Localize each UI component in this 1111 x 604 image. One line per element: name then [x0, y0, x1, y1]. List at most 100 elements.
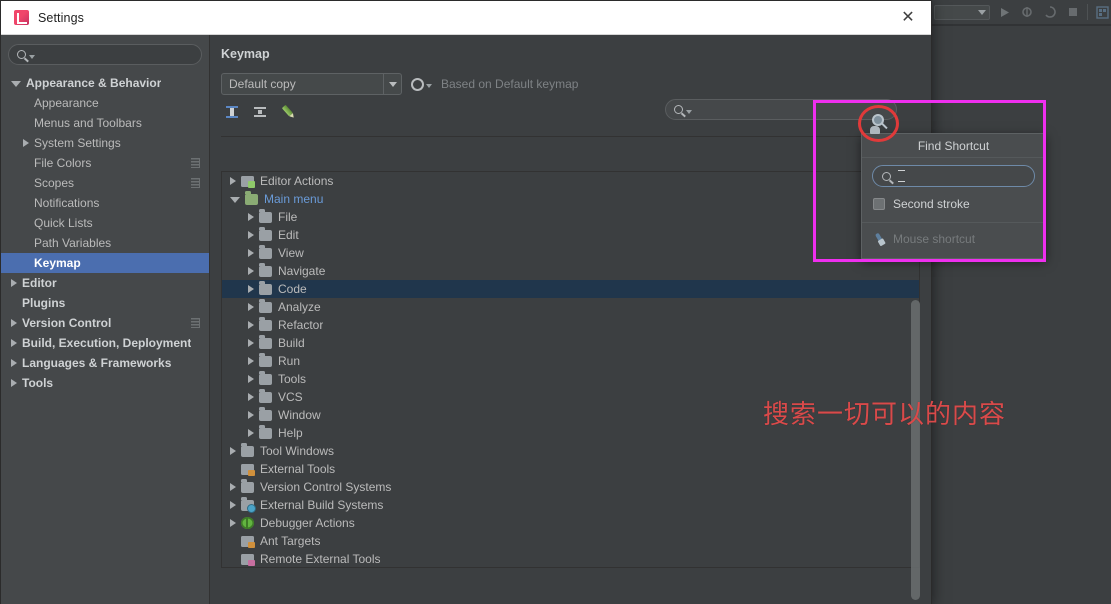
debug-icon[interactable] — [1019, 4, 1036, 21]
keymap-tree-row[interactable]: Help — [222, 424, 919, 442]
keymap-tree-row[interactable]: Analyze — [222, 298, 919, 316]
keymap-tree-row[interactable]: View — [222, 244, 919, 262]
keymap-tree-row[interactable]: Refactor — [222, 316, 919, 334]
chevron-down-icon — [29, 54, 35, 59]
run-icon[interactable] — [996, 4, 1013, 21]
chevron-right-icon[interactable] — [248, 285, 254, 293]
expand-all-icon[interactable] — [224, 104, 240, 120]
sidebar-item-keymap[interactable]: Keymap — [1, 253, 209, 273]
sidebar-item-system-settings[interactable]: System Settings — [1, 133, 209, 153]
sidebar-item-notifications[interactable]: Notifications — [1, 193, 209, 213]
keymap-tree-row[interactable]: File — [222, 208, 919, 226]
keymap-tree-label: Main menu — [264, 192, 324, 206]
folder-icon — [259, 245, 272, 259]
chevron-right-icon[interactable] — [248, 213, 254, 221]
sidebar-item-tools[interactable]: Tools — [1, 373, 209, 393]
keymap-tree-row[interactable]: Tool Windows — [222, 442, 919, 460]
chevron-right-icon[interactable] — [248, 357, 254, 365]
chevron-right-icon[interactable] — [248, 429, 254, 437]
keymap-tree-row[interactable]: Window — [222, 406, 919, 424]
second-stroke-row[interactable]: Second stroke — [862, 187, 1045, 211]
chevron-right-icon[interactable] — [248, 411, 254, 419]
close-button[interactable]: ✕ — [885, 1, 931, 34]
sidebar-item-languages-frameworks[interactable]: Languages & Frameworks — [1, 353, 209, 373]
keymap-tree-row[interactable]: Code — [222, 280, 919, 298]
sidebar-item-label: Tools — [22, 376, 54, 390]
chevron-right-icon[interactable] — [11, 339, 17, 347]
chevron-right-icon[interactable] — [248, 321, 254, 329]
chevron-right-icon[interactable] — [230, 447, 236, 455]
keymap-tree-row[interactable]: Version Control Systems — [222, 478, 919, 496]
stop-icon[interactable] — [1064, 4, 1081, 21]
keymap-tree-scrollbar[interactable] — [911, 300, 920, 600]
chevron-right-icon[interactable] — [230, 519, 236, 527]
keymap-tree-row[interactable]: Tools — [222, 370, 919, 388]
chevron-right-icon[interactable] — [248, 339, 254, 347]
chevron-right-icon[interactable] — [248, 375, 254, 383]
run-with-coverage-icon[interactable] — [1041, 4, 1058, 21]
chevron-right-icon[interactable] — [11, 319, 17, 327]
layout-icon[interactable] — [1094, 4, 1111, 21]
chevron-right-icon[interactable] — [11, 359, 17, 367]
keymap-tree-row[interactable]: Debugger Actions — [222, 514, 919, 532]
intellij-logo-icon — [14, 10, 29, 25]
keymap-tree-row[interactable]: Build — [222, 334, 919, 352]
sidebar-search-box[interactable] — [8, 44, 203, 65]
sidebar-item-appearance[interactable]: Appearance — [1, 93, 209, 113]
keymap-tree-row[interactable]: Main menu — [222, 190, 919, 208]
keymap-tree-row[interactable]: Edit — [222, 226, 919, 244]
chevron-right-icon[interactable] — [230, 483, 236, 491]
sidebar-item-path-variables[interactable]: Path Variables — [1, 233, 209, 253]
keymap-tree-row[interactable]: Navigate — [222, 262, 919, 280]
keymap-tree[interactable]: Editor Actions Main menu File Edit View Navig… — [221, 171, 920, 568]
sidebar-item-editor[interactable]: Editor — [1, 273, 209, 293]
sidebar-item-menus-and-toolbars[interactable]: Menus and Toolbars — [1, 113, 209, 133]
keymap-select[interactable]: Default copy — [221, 73, 402, 95]
sidebar-item-file-colors[interactable]: File Colors — [1, 153, 209, 173]
chevron-right-icon[interactable] — [230, 177, 236, 185]
project-scope-icon — [191, 178, 200, 188]
chevron-right-icon[interactable] — [248, 267, 254, 275]
keymap-search-input[interactable] — [695, 102, 896, 117]
keymap-tree-row[interactable]: Remote External Tools — [222, 550, 919, 567]
keymap-tree-row[interactable]: External Build Systems — [222, 496, 919, 514]
chevron-down-icon[interactable] — [11, 81, 21, 87]
sidebar-tree: Appearance & Behavior Appearance Menus and… — [1, 71, 209, 393]
chevron-right-icon[interactable] — [248, 303, 254, 311]
chevron-down-icon — [426, 84, 432, 88]
find-shortcut-search-box[interactable] — [872, 165, 1076, 187]
sidebar-item-build-execution-deployment[interactable]: Build, Execution, Deployment — [1, 333, 209, 353]
sidebar-item-scopes[interactable]: Scopes — [1, 173, 209, 193]
sidebar-item-quick-lists[interactable]: Quick Lists — [1, 213, 209, 233]
build-folder-icon — [241, 497, 256, 513]
sidebar-item-appearance-behavior[interactable]: Appearance & Behavior — [1, 73, 209, 93]
search-input[interactable] — [38, 47, 203, 62]
keymap-search-box[interactable] — [665, 99, 897, 120]
keymap-tree-row[interactable]: Ant Targets — [222, 532, 919, 550]
chevron-right-icon[interactable] — [11, 279, 17, 287]
ant-folder-icon — [241, 463, 255, 476]
sidebar-item-version-control[interactable]: Version Control — [1, 313, 209, 333]
keymap-tree-row[interactable]: Editor Actions — [222, 172, 919, 190]
keymap-select-arrow[interactable] — [383, 74, 401, 94]
chevron-down-icon[interactable] — [230, 197, 240, 203]
sidebar-item-plugins[interactable]: Plugins — [1, 293, 209, 313]
keymap-panel: Keymap Default copy Based on Default key… — [210, 35, 931, 604]
keymap-tree-row[interactable]: VCS — [222, 388, 919, 406]
keymap-tree-row[interactable]: Run — [222, 352, 919, 370]
keymap-settings-button[interactable] — [411, 77, 432, 91]
chevron-right-icon[interactable] — [248, 393, 254, 401]
edit-shortcut-icon[interactable] — [277, 101, 300, 124]
keymap-tree-row[interactable]: External Tools — [222, 460, 919, 478]
mouse-shortcut-row[interactable]: Mouse shortcut — [862, 223, 1045, 246]
collapse-all-icon[interactable] — [252, 104, 268, 120]
ide-run-configuration-select[interactable] — [934, 4, 990, 20]
second-stroke-checkbox[interactable] — [873, 198, 885, 210]
find-by-shortcut-icon[interactable] — [869, 114, 889, 134]
find-shortcut-input[interactable] — [911, 169, 1076, 183]
chevron-right-icon[interactable] — [248, 249, 254, 257]
chevron-right-icon[interactable] — [248, 231, 254, 239]
chevron-right-icon[interactable] — [23, 139, 29, 147]
chevron-right-icon[interactable] — [230, 501, 236, 509]
chevron-right-icon[interactable] — [11, 379, 17, 387]
